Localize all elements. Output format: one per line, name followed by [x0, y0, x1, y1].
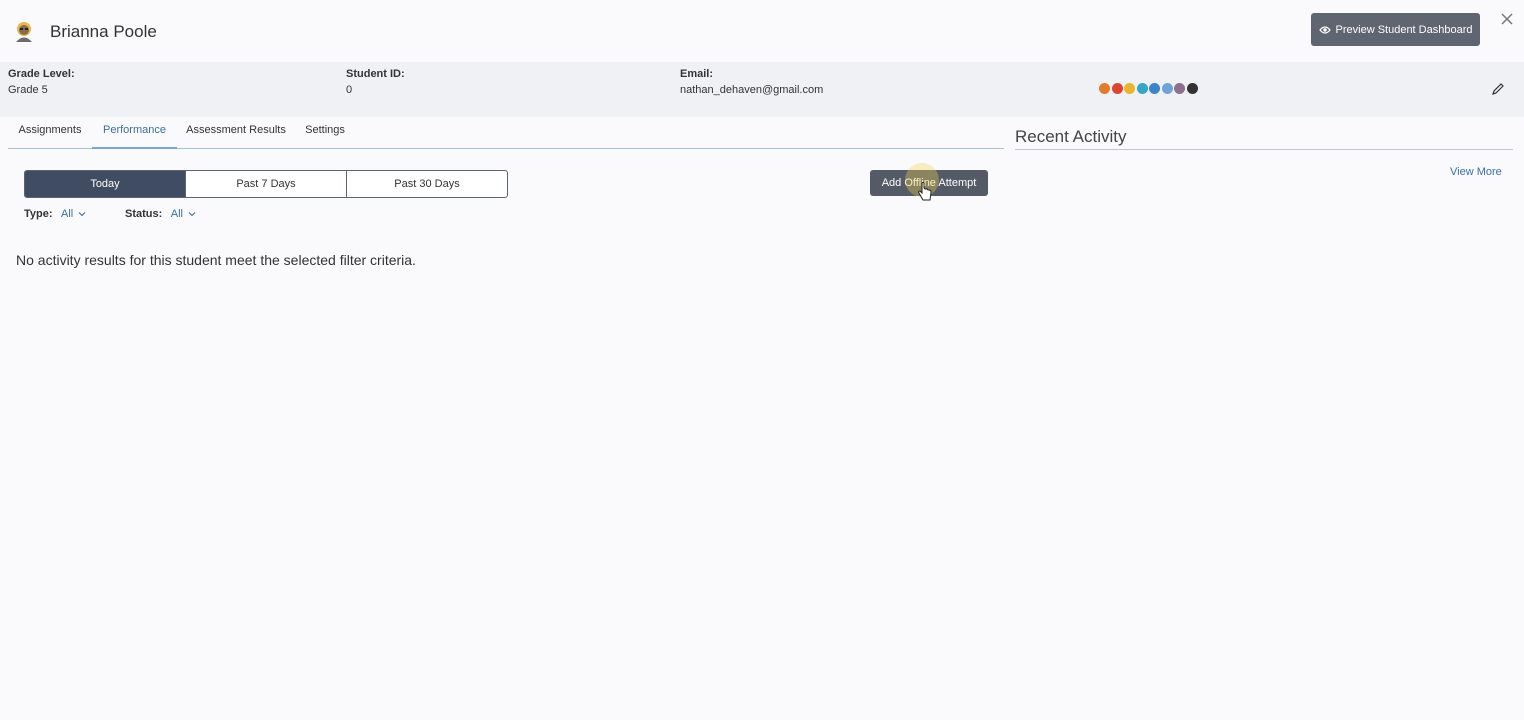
date-filter-past-7-days[interactable]: Past 7 Days	[186, 171, 347, 197]
email-label: Email:	[680, 68, 714, 80]
grade-level-value: Grade 5	[8, 84, 48, 96]
subject-badge-icon	[1099, 83, 1110, 94]
student-avatar-icon	[16, 22, 32, 42]
eye-icon	[1318, 25, 1331, 34]
status-filter: Status: All	[125, 208, 196, 220]
student-id-label: Student ID:	[346, 68, 405, 80]
recent-activity-divider	[1015, 149, 1513, 150]
recent-activity-title: Recent Activity	[1015, 127, 1127, 146]
grade-level-label: Grade Level:	[8, 68, 75, 80]
view-more-link[interactable]: View More	[1450, 166, 1502, 178]
student-name: Brianna Poole	[50, 22, 157, 41]
subject-badge-icon	[1111, 83, 1123, 94]
header: Brianna Poole Preview Student Dashboard	[0, 0, 1524, 62]
preview-button-label: Preview Student Dashboard	[1335, 23, 1473, 36]
subject-badge-icon	[1149, 83, 1160, 94]
student-tabs: Assignments Performance Assessment Resul…	[8, 117, 1004, 149]
subject-badge-icon	[1136, 83, 1148, 94]
student-id-value: 0	[346, 84, 353, 96]
subject-badge-icon	[1186, 83, 1198, 94]
email-value: nathan_dehaven@gmail.com	[680, 84, 824, 96]
student-id-field: Student ID: 0	[346, 68, 405, 96]
status-filter-value: All	[170, 208, 183, 220]
grade-level-field: Grade Level: Grade 5	[8, 68, 75, 96]
type-filter-dropdown[interactable]: All	[61, 208, 86, 220]
empty-results-message: No activity results for this student mee…	[16, 252, 416, 268]
date-filter-past-30-days[interactable]: Past 30 Days	[347, 171, 507, 197]
tab-assessment-results[interactable]: Assessment Results	[177, 117, 295, 148]
date-filter-today[interactable]: Today	[25, 171, 186, 197]
status-filter-dropdown[interactable]: All	[171, 208, 196, 220]
chevron-down-icon	[188, 212, 196, 217]
date-range-selector: Today Past 7 Days Past 30 Days	[24, 170, 508, 198]
preview-student-dashboard-button[interactable]: Preview Student Dashboard	[1311, 13, 1480, 46]
subject-badge-icon	[1161, 83, 1173, 94]
student-info-bar: Grade Level: Grade 5 Student ID: 0 Email…	[0, 62, 1524, 117]
chevron-down-icon	[78, 212, 86, 217]
email-field: Email: nathan_dehaven@gmail.com	[680, 68, 823, 96]
tab-settings[interactable]: Settings	[295, 117, 355, 148]
subject-badge-icon	[1174, 83, 1185, 94]
subject-badge-icon	[1124, 83, 1135, 94]
type-filter-value: All	[60, 208, 74, 220]
tab-assignments[interactable]: Assignments	[8, 117, 92, 148]
pencil-edit-icon[interactable]	[1491, 82, 1505, 96]
subject-badges	[1099, 83, 1198, 95]
type-filter-label: Type:	[24, 208, 53, 220]
type-filter: Type: All	[24, 208, 86, 220]
tab-performance[interactable]: Performance	[92, 117, 177, 149]
close-icon[interactable]	[1499, 11, 1515, 27]
add-offline-attempt-button[interactable]: Add Offline Attempt	[870, 170, 988, 196]
status-filter-label: Status:	[125, 208, 163, 220]
